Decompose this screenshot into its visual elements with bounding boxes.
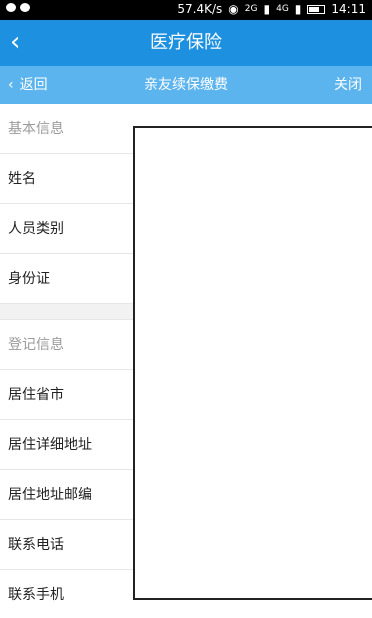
signal-icon-2: ▮ (294, 2, 302, 16)
page-title: 医疗保险 (150, 32, 222, 53)
network-speed: 57.4K/s (177, 2, 223, 16)
chat-bubble-icon (20, 3, 30, 12)
sub-title: 亲友续保缴费 (144, 77, 228, 93)
battery-icon (307, 4, 326, 14)
network-badge: 2G (244, 4, 258, 14)
status-bar: 57.4K/s ◉ 2G ▮ 4G ▮ 14:11 (0, 0, 372, 20)
wifi-icon: ◉ (228, 2, 239, 16)
close-button[interactable]: 关闭 (334, 66, 362, 104)
redacted-overlay (133, 126, 372, 600)
clock: 14:11 (331, 2, 366, 16)
sub-nav-bar: ‹ 返回 亲友续保缴费 关闭 (0, 66, 372, 104)
status-left (6, 3, 30, 12)
network-badge-2: 4G (276, 4, 289, 14)
notification-icon (6, 3, 16, 12)
signal-icon: ▮ (263, 2, 271, 16)
title-bar: ‹ 医疗保险 (0, 20, 372, 66)
status-right: 57.4K/s ◉ 2G ▮ 4G ▮ 14:11 (177, 2, 366, 16)
